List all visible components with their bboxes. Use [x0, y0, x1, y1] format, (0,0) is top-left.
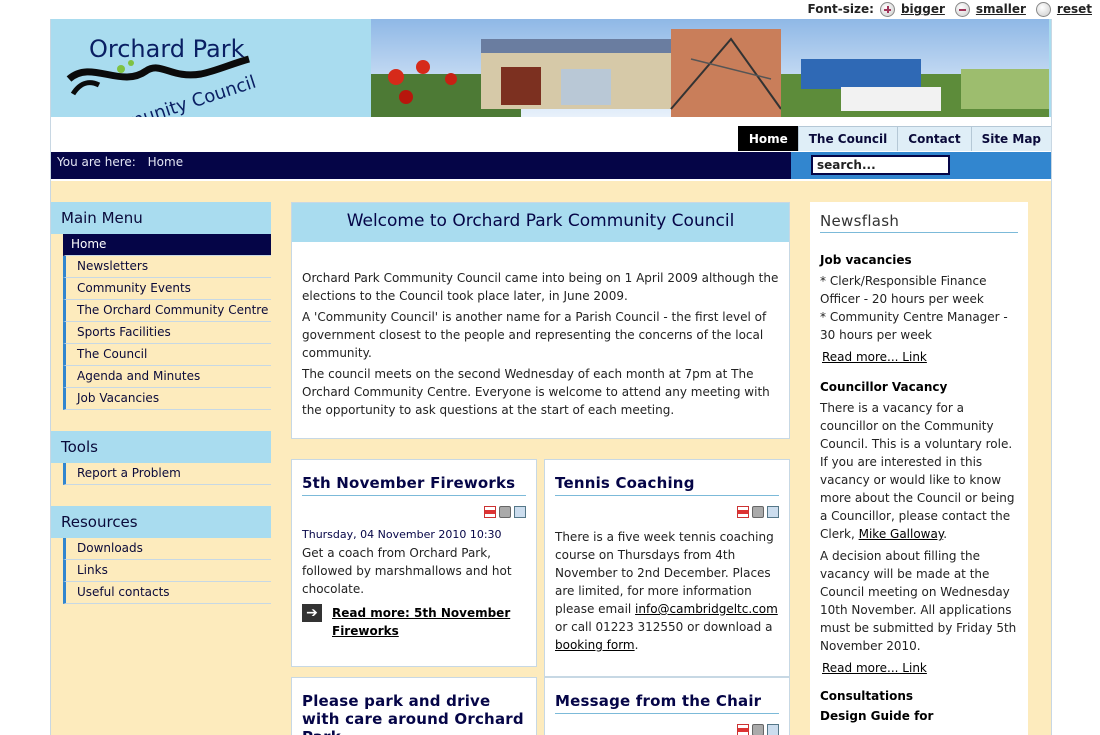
article-text: Get a coach from Orchard Park, followed …: [302, 546, 512, 596]
plus-icon[interactable]: [879, 1, 895, 17]
welcome-paragraph: A 'Community Council' is another name fo…: [302, 310, 767, 360]
site-logo[interactable]: Orchard Park Community Council: [51, 19, 371, 146]
menu-item-community-events[interactable]: Community Events: [63, 278, 271, 300]
print-icon[interactable]: [752, 724, 764, 735]
nav-contact[interactable]: Contact: [897, 126, 971, 151]
tennis-article: Tennis Coaching There is a five week ten…: [544, 459, 790, 677]
font-smaller-link[interactable]: smaller: [976, 2, 1026, 16]
read-more: ➔ Read more: 5th November Fireworks: [302, 604, 526, 640]
email-icon[interactable]: [767, 506, 779, 518]
arrow-right-icon[interactable]: ➔: [302, 604, 322, 622]
welcome-title: Welcome to Orchard Park Community Counci…: [292, 203, 789, 242]
pdf-icon[interactable]: [737, 724, 749, 735]
news-text: There is a vacancy for a councillor on t…: [820, 401, 1015, 541]
news-heading: Consultations: [820, 689, 914, 703]
nav-site-map[interactable]: Site Map: [970, 126, 1051, 151]
tools-menu: Report a Problem: [51, 463, 271, 485]
content-area: Main Menu Home Newsletters Community Eve…: [51, 181, 1051, 735]
search-area: [791, 152, 1051, 179]
article-text: or call 01223 312550 or download a: [555, 620, 773, 634]
article-title[interactable]: Message from the Chair: [555, 692, 779, 714]
menu-item-sports-facilities[interactable]: Sports Facilities: [63, 322, 271, 344]
font-bigger-link[interactable]: bigger: [901, 2, 945, 16]
resources-title: Resources: [51, 506, 271, 538]
search-input[interactable]: [811, 155, 950, 175]
menu-item-downloads[interactable]: Downloads: [63, 538, 271, 560]
news-heading: Councillor Vacancy: [820, 380, 948, 394]
menu-item-links[interactable]: Links: [63, 560, 271, 582]
svg-text:Orchard Park: Orchard Park: [89, 35, 245, 63]
pdf-icon[interactable]: [484, 506, 496, 518]
news-heading: Design Guide for: [820, 709, 934, 723]
article-text: .: [634, 638, 639, 652]
fireworks-article: 5th November Fireworks Thursday, 04 Nove…: [291, 459, 537, 667]
menu-item-job-vacancies[interactable]: Job Vacancies: [63, 388, 271, 410]
resources-menu: Downloads Links Useful contacts: [51, 538, 271, 604]
article-icons: [292, 506, 526, 520]
tools-title: Tools: [51, 431, 271, 463]
nav-home[interactable]: Home: [737, 126, 798, 151]
minus-icon[interactable]: [954, 1, 970, 17]
menu-item-agenda-minutes[interactable]: Agenda and Minutes: [63, 366, 271, 388]
breadcrumb: You are here: Home: [51, 152, 791, 179]
email-link[interactable]: info@cambridgeltc.com: [635, 602, 778, 616]
menu-item-report-problem[interactable]: Report a Problem: [63, 463, 271, 485]
menu-item-newsletters[interactable]: Newsletters: [63, 256, 271, 278]
print-icon[interactable]: [752, 506, 764, 518]
nav-the-council[interactable]: The Council: [797, 126, 898, 151]
header-banner-image: [371, 19, 1049, 117]
newsflash-title: Newsflash: [820, 212, 1018, 233]
top-navigation: Home The Council Contact Site Map: [737, 126, 1051, 151]
welcome-paragraph: Orchard Park Community Council came into…: [302, 271, 779, 303]
read-more-link[interactable]: Read more: 5th November Fireworks: [332, 604, 526, 640]
font-reset-link[interactable]: reset: [1057, 2, 1092, 16]
breadcrumb-current: Home: [147, 155, 184, 169]
article-title[interactable]: Please park and drive with care around O…: [302, 692, 526, 735]
news-text: * Community Centre Manager - 30 hours pe…: [820, 310, 1008, 342]
breadcrumb-bar: You are here: Home: [51, 152, 1051, 179]
pdf-icon[interactable]: [737, 506, 749, 518]
article-title[interactable]: Tennis Coaching: [555, 474, 779, 496]
read-more-link[interactable]: Read more... Link: [822, 661, 927, 675]
article-icons: [545, 506, 779, 520]
menu-item-community-centre[interactable]: The Orchard Community Centre: [63, 300, 271, 322]
font-size-label: Font-size:: [807, 2, 874, 16]
booking-form-link[interactable]: booking form: [555, 638, 635, 652]
print-icon[interactable]: [499, 506, 511, 518]
font-size-bar: Font-size: bigger smaller reset: [808, 0, 1096, 18]
email-icon[interactable]: [514, 506, 526, 518]
article-icons: [545, 724, 779, 735]
header: Orchard Park Community Council: [51, 19, 1051, 146]
email-icon[interactable]: [767, 724, 779, 735]
article-date: Thursday, 04 November 2010 10:30: [302, 528, 502, 541]
newsflash-panel: Newsflash Job vacancies * Clerk/Responsi…: [810, 202, 1028, 735]
clerk-link[interactable]: Mike Galloway: [859, 527, 944, 541]
reset-icon[interactable]: [1035, 1, 1051, 17]
news-text: A decision about filling the vacancy wil…: [820, 549, 1017, 653]
menu-item-useful-contacts[interactable]: Useful contacts: [63, 582, 271, 604]
menu-item-home[interactable]: Home: [63, 234, 271, 256]
welcome-paragraph: The council meets on the second Wednesda…: [302, 367, 770, 417]
welcome-panel: Welcome to Orchard Park Community Counci…: [291, 202, 790, 439]
news-text: .: [943, 527, 948, 541]
news-text: * Clerk/Responsible Finance Officer - 20…: [820, 274, 987, 306]
main-menu-title: Main Menu: [51, 202, 271, 234]
main-menu: Home Newsletters Community Events The Or…: [51, 234, 271, 410]
chair-article: Message from the Chair: [544, 677, 790, 735]
read-more-link[interactable]: Read more... Link: [822, 350, 927, 364]
menu-item-the-council[interactable]: The Council: [63, 344, 271, 366]
article-title[interactable]: 5th November Fireworks: [302, 474, 526, 496]
breadcrumb-prefix: You are here:: [57, 155, 136, 169]
page-wrapper: Orchard Park Community Council Home The …: [50, 19, 1052, 735]
news-heading: Job vacancies: [820, 253, 912, 267]
park-article: Please park and drive with care around O…: [291, 677, 537, 735]
